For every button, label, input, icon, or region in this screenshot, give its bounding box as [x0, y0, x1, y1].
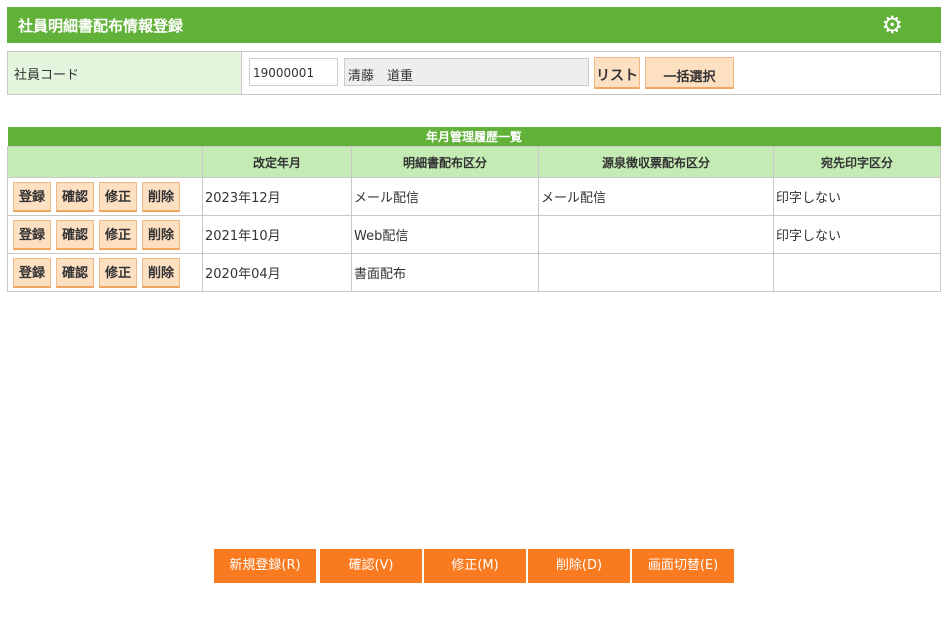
row-register-button[interactable]: 登録 [13, 257, 51, 288]
cell-date: 2021年10月 [202, 215, 352, 254]
edit-button[interactable]: 修正(M) [424, 549, 526, 583]
history-table: 年月管理履歴一覧 改定年月 明細書配布区分 源泉徴収票配布区分 宛先印字区分 登… [7, 127, 941, 292]
cell-statement: 書面配布 [351, 253, 539, 292]
new-register-button[interactable]: 新規登録(R) [214, 549, 316, 583]
column-header: 改定年月 [202, 146, 352, 178]
row-edit-button[interactable]: 修正 [99, 257, 137, 288]
column-header: 源泉徴収票配布区分 [538, 146, 774, 178]
cell-date: 2020年04月 [202, 253, 352, 292]
column-header [7, 146, 203, 178]
bulk-select-button[interactable]: 一括選択 [645, 57, 734, 89]
row-edit-button[interactable]: 修正 [99, 181, 137, 212]
employee-name-field: 清藤 道重 [344, 58, 589, 86]
cell-print: 印字しない [773, 177, 941, 216]
table-row: 登録 確認 修正 削除 2020年04月 書面配布 [7, 253, 941, 292]
row-actions: 登録 確認 修正 削除 [7, 253, 203, 292]
employee-panel: 社員コード 19000001 清藤 道重 リスト 一括選択 [7, 51, 941, 95]
cell-print [773, 253, 941, 292]
cell-date: 2023年12月 [202, 177, 352, 216]
cell-withholding [538, 215, 774, 254]
row-register-button[interactable]: 登録 [13, 181, 51, 212]
list-button[interactable]: リスト [594, 57, 640, 89]
cell-statement: メール配信 [351, 177, 539, 216]
table-caption: 年月管理履歴一覧 [7, 127, 941, 147]
row-delete-button[interactable]: 削除 [142, 181, 180, 212]
table-row: 登録 確認 修正 削除 2023年12月 メール配信 メール配信 印字しない [7, 177, 941, 216]
row-confirm-button[interactable]: 確認 [56, 257, 94, 288]
employee-code-label: 社員コード [8, 52, 242, 94]
cell-withholding: メール配信 [538, 177, 774, 216]
table-row: 登録 確認 修正 削除 2021年10月 Web配信 印字しない [7, 215, 941, 254]
column-header: 宛先印字区分 [773, 146, 941, 178]
row-confirm-button[interactable]: 確認 [56, 219, 94, 250]
delete-button[interactable]: 削除(D) [528, 549, 630, 583]
employee-code-input[interactable]: 19000001 [249, 58, 338, 86]
cell-statement: Web配信 [351, 215, 539, 254]
switch-screen-button[interactable]: 画面切替(E) [632, 549, 734, 583]
row-actions: 登録 確認 修正 削除 [7, 215, 203, 254]
row-actions: 登録 確認 修正 削除 [7, 177, 203, 216]
row-register-button[interactable]: 登録 [13, 219, 51, 250]
row-delete-button[interactable]: 削除 [142, 257, 180, 288]
row-edit-button[interactable]: 修正 [99, 219, 137, 250]
page-header: 社員明細書配布情報登録 ⚙ [7, 7, 941, 43]
column-header: 明細書配布区分 [351, 146, 539, 178]
cell-withholding [538, 253, 774, 292]
row-confirm-button[interactable]: 確認 [56, 181, 94, 212]
cell-print: 印字しない [773, 215, 941, 254]
row-delete-button[interactable]: 削除 [142, 219, 180, 250]
page-title: 社員明細書配布情報登録 [18, 17, 184, 35]
confirm-button[interactable]: 確認(V) [320, 549, 422, 583]
gear-icon[interactable]: ⚙ [881, 12, 903, 38]
